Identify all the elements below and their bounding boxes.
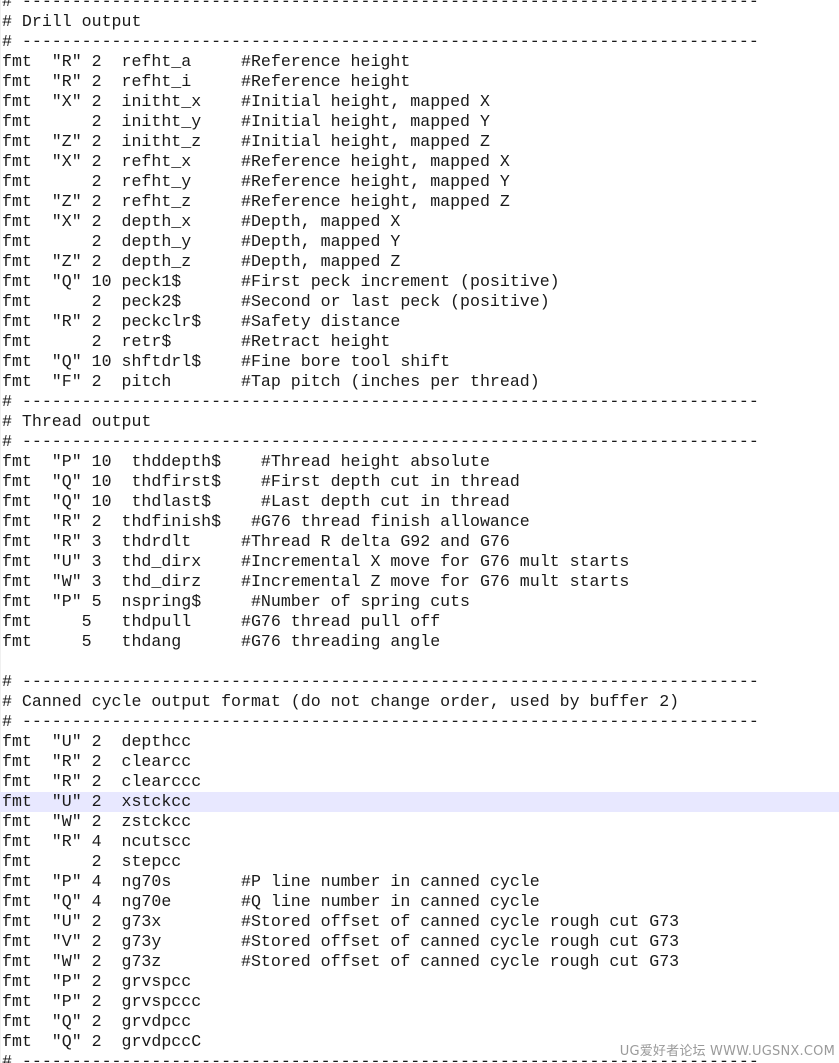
code-line[interactable] xyxy=(0,652,839,672)
code-line[interactable]: fmt 2 stepcc xyxy=(0,852,839,872)
code-line[interactable]: # --------------------------------------… xyxy=(0,392,760,412)
code-line[interactable]: # Thread output xyxy=(0,412,839,432)
code-line[interactable]: fmt "R" 2 clearcc xyxy=(0,752,839,772)
code-line[interactable]: # --------------------------------------… xyxy=(0,432,760,452)
code-line[interactable]: fmt 2 initht_y #Initial height, mapped Y xyxy=(0,112,839,132)
code-line[interactable]: fmt "X" 2 depth_x #Depth, mapped X xyxy=(0,212,839,232)
watermark-text: UG爱好者论坛 WWW.UGSNX.COM xyxy=(613,1039,837,1059)
code-line[interactable]: fmt "X" 2 refht_x #Reference height, map… xyxy=(0,152,839,172)
code-line-current[interactable]: fmt "U" 2 xstckcc xyxy=(0,792,839,812)
code-line[interactable]: fmt "U" 2 depthcc xyxy=(0,732,839,752)
code-line[interactable]: fmt "X" 2 initht_x #Initial height, mapp… xyxy=(0,92,839,112)
code-line[interactable]: fmt "R" 2 thdfinish$ #G76 thread finish … xyxy=(0,512,839,532)
code-line[interactable]: fmt "Q" 10 thdlast$ #Last depth cut in t… xyxy=(0,492,839,512)
code-line[interactable]: fmt 2 refht_y #Reference height, mapped … xyxy=(0,172,839,192)
code-line[interactable]: # --------------------------------------… xyxy=(0,0,760,12)
code-line[interactable]: fmt "P" 10 thddepth$ #Thread height abso… xyxy=(0,452,839,472)
code-line[interactable]: # --------------------------------------… xyxy=(0,712,760,732)
code-line[interactable]: fmt "Q" 2 grvdpcc xyxy=(0,1012,839,1032)
code-line[interactable]: fmt "R" 2 refht_a #Reference height xyxy=(0,52,839,72)
code-line[interactable]: fmt "V" 2 g73y #Stored offset of canned … xyxy=(0,932,839,952)
code-line[interactable]: fmt "U" 3 thd_dirx #Incremental X move f… xyxy=(0,552,839,572)
code-line[interactable]: fmt 2 retr$ #Retract height xyxy=(0,332,839,352)
code-line[interactable]: fmt "Z" 2 depth_z #Depth, mapped Z xyxy=(0,252,839,272)
code-line[interactable]: fmt "W" 2 g73z #Stored offset of canned … xyxy=(0,952,839,972)
code-line[interactable]: fmt "R" 2 peckclr$ #Safety distance xyxy=(0,312,839,332)
code-line[interactable]: fmt "U" 2 g73x #Stored offset of canned … xyxy=(0,912,839,932)
code-line[interactable]: fmt "R" 2 refht_i #Reference height xyxy=(0,72,839,92)
code-line[interactable]: fmt "Q" 4 ng70e #Q line number in canned… xyxy=(0,892,839,912)
code-line[interactable]: fmt 5 thdang #G76 threading angle xyxy=(0,632,839,652)
code-line[interactable]: # Canned cycle output format (do not cha… xyxy=(0,692,839,712)
code-line[interactable]: # --------------------------------------… xyxy=(0,672,760,692)
code-line[interactable]: fmt "P" 2 grvspccc xyxy=(0,992,839,1012)
code-lines[interactable]: # --------------------------------------… xyxy=(0,0,839,1063)
code-line[interactable]: fmt "Q" 10 peck1$ #First peck increment … xyxy=(0,272,839,292)
code-line[interactable]: fmt "R" 3 thdrdlt #Thread R delta G92 an… xyxy=(0,532,839,552)
code-line[interactable]: fmt "Q" 10 shftdrl$ #Fine bore tool shif… xyxy=(0,352,839,372)
code-line[interactable]: # Drill output xyxy=(0,12,839,32)
code-line[interactable]: fmt 2 peck2$ #Second or last peck (posit… xyxy=(0,292,839,312)
code-editor[interactable]: # --------------------------------------… xyxy=(0,0,839,1063)
code-line[interactable]: fmt "Z" 2 initht_z #Initial height, mapp… xyxy=(0,132,839,152)
code-line[interactable]: fmt "Z" 2 refht_z #Reference height, map… xyxy=(0,192,839,212)
code-line[interactable]: fmt "F" 2 pitch #Tap pitch (inches per t… xyxy=(0,372,839,392)
code-line[interactable]: fmt 5 thdpull #G76 thread pull off xyxy=(0,612,839,632)
code-line[interactable]: fmt "P" 2 grvspcc xyxy=(0,972,839,992)
code-line[interactable]: fmt "P" 5 nspring$ #Number of spring cut… xyxy=(0,592,839,612)
code-line[interactable]: fmt "Q" 10 thdfirst$ #First depth cut in… xyxy=(0,472,839,492)
code-line[interactable]: fmt "W" 2 zstckcc xyxy=(0,812,839,832)
code-line[interactable]: fmt "R" 4 ncutscc xyxy=(0,832,839,852)
code-line[interactable]: fmt "R" 2 clearccc xyxy=(0,772,839,792)
code-line[interactable]: fmt "P" 4 ng70s #P line number in canned… xyxy=(0,872,839,892)
code-line[interactable]: # --------------------------------------… xyxy=(0,32,760,52)
code-line[interactable]: fmt "W" 3 thd_dirz #Incremental Z move f… xyxy=(0,572,839,592)
code-line[interactable]: fmt 2 depth_y #Depth, mapped Y xyxy=(0,232,839,252)
